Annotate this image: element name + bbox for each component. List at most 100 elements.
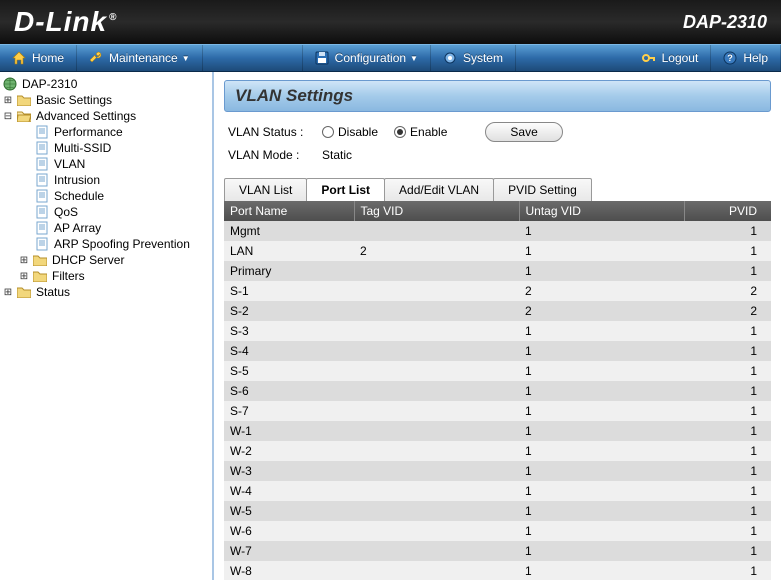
nav-system[interactable]: System [431, 45, 516, 71]
tree-advanced-label: Advanced Settings [36, 109, 136, 123]
model-label: DAP-2310 [683, 12, 767, 33]
tree-arp[interactable]: ARP Spoofing Prevention [2, 236, 210, 252]
cell-tag [354, 261, 519, 281]
plus-icon[interactable]: ⊞ [18, 270, 30, 282]
plus-icon[interactable]: ⊞ [2, 94, 14, 106]
tree-filters[interactable]: ⊞Filters [2, 268, 210, 284]
table-row: W-211 [224, 441, 771, 461]
radio-enable[interactable]: Enable [394, 125, 447, 139]
cell-port: S-3 [224, 321, 354, 341]
nav-system-label: System [463, 51, 503, 65]
table-row: S-411 [224, 341, 771, 361]
nav-configuration[interactable]: Configuration ▼ [303, 45, 431, 71]
minus-icon[interactable]: ⊟ [2, 110, 14, 122]
table-row: W-311 [224, 461, 771, 481]
cell-untag: 2 [519, 281, 684, 301]
folder-open-icon [16, 109, 32, 123]
table-row: S-122 [224, 281, 771, 301]
tree-basic-label: Basic Settings [36, 93, 112, 107]
tree-multissid[interactable]: Multi-SSID [2, 140, 210, 156]
cell-port: S-4 [224, 341, 354, 361]
page-icon [34, 189, 50, 203]
cell-untag: 1 [519, 441, 684, 461]
cell-untag: 1 [519, 241, 684, 261]
cell-port: S-2 [224, 301, 354, 321]
cell-tag [354, 541, 519, 561]
cell-pvid: 2 [684, 301, 771, 321]
cell-tag [354, 281, 519, 301]
cell-pvid: 1 [684, 321, 771, 341]
cell-tag [354, 301, 519, 321]
nav-help-label: Help [743, 51, 768, 65]
tabs: VLAN List Port List Add/Edit VLAN PVID S… [224, 178, 771, 201]
table-row: W-411 [224, 481, 771, 501]
vlan-status-label: VLAN Status : [228, 125, 322, 139]
tab-add-edit-vlan[interactable]: Add/Edit VLAN [384, 178, 494, 201]
cell-port: Mgmt [224, 221, 354, 241]
plus-icon[interactable]: ⊞ [2, 286, 14, 298]
tree-performance-label: Performance [54, 125, 123, 139]
cell-untag: 2 [519, 301, 684, 321]
folder-icon [16, 93, 32, 107]
page-icon [34, 141, 50, 155]
cell-tag [354, 361, 519, 381]
tree-basic-settings[interactable]: ⊞ Basic Settings [2, 92, 210, 108]
cell-port: W-6 [224, 521, 354, 541]
tree-aparray[interactable]: AP Array [2, 220, 210, 236]
cell-pvid: 1 [684, 421, 771, 441]
tree-performance[interactable]: Performance [2, 124, 210, 140]
nav-logout[interactable]: Logout [630, 45, 712, 71]
nav-maintenance-label: Maintenance [109, 51, 178, 65]
table-row: W-111 [224, 421, 771, 441]
tree-multissid-label: Multi-SSID [54, 141, 111, 155]
page-icon [34, 237, 50, 251]
page-title: VLAN Settings [224, 80, 771, 112]
nav-home[interactable]: Home [0, 45, 77, 71]
cell-tag [354, 461, 519, 481]
tree-qos-label: QoS [54, 205, 78, 219]
tree-dhcp[interactable]: ⊞DHCP Server [2, 252, 210, 268]
table-row: S-6 11 [224, 381, 771, 401]
svg-text:?: ? [728, 53, 734, 63]
cell-port: S-6 [224, 381, 354, 401]
table-row: S-3 11 [224, 321, 771, 341]
cell-pvid: 1 [684, 341, 771, 361]
cell-pvid: 1 [684, 361, 771, 381]
cell-pvid: 1 [684, 561, 771, 580]
globe-icon [2, 77, 18, 91]
tree-advanced-settings[interactable]: ⊟ Advanced Settings [2, 108, 210, 124]
chevron-down-icon: ▼ [182, 54, 190, 63]
cell-untag: 1 [519, 561, 684, 580]
cell-pvid: 1 [684, 521, 771, 541]
cell-port: S-5 [224, 361, 354, 381]
tree-schedule[interactable]: Schedule [2, 188, 210, 204]
table-row: W-711 [224, 541, 771, 561]
cell-pvid: 1 [684, 381, 771, 401]
radio-disable[interactable]: Disable [322, 125, 378, 139]
tab-port-list[interactable]: Port List [306, 178, 385, 201]
cell-port: Primary [224, 261, 354, 281]
nav-maintenance[interactable]: Maintenance ▼ [77, 45, 203, 71]
page-icon [34, 205, 50, 219]
tree-vlan[interactable]: VLAN [2, 156, 210, 172]
vlan-mode-label: VLAN Mode : [228, 148, 322, 162]
tree-qos[interactable]: QoS [2, 204, 210, 220]
cell-pvid: 1 [684, 541, 771, 561]
navbar: Home Maintenance ▼ Configuration ▼ Syste… [0, 44, 781, 72]
tab-vlan-list[interactable]: VLAN List [224, 178, 307, 201]
cell-untag: 1 [519, 381, 684, 401]
key-icon [642, 51, 656, 65]
cell-untag: 1 [519, 321, 684, 341]
col-untag-vid: Untag VID [519, 201, 684, 221]
plus-icon[interactable]: ⊞ [18, 254, 30, 266]
tree-root[interactable]: DAP-2310 [2, 76, 210, 92]
tab-pvid-setting[interactable]: PVID Setting [493, 178, 592, 201]
cell-pvid: 1 [684, 481, 771, 501]
save-button[interactable]: Save [485, 122, 562, 142]
table-row: S-711 [224, 401, 771, 421]
table-row: S-2 22 [224, 301, 771, 321]
nav-help[interactable]: ? Help [711, 45, 781, 71]
cell-tag [354, 341, 519, 361]
tree-status[interactable]: ⊞Status [2, 284, 210, 300]
tree-intrusion[interactable]: Intrusion [2, 172, 210, 188]
